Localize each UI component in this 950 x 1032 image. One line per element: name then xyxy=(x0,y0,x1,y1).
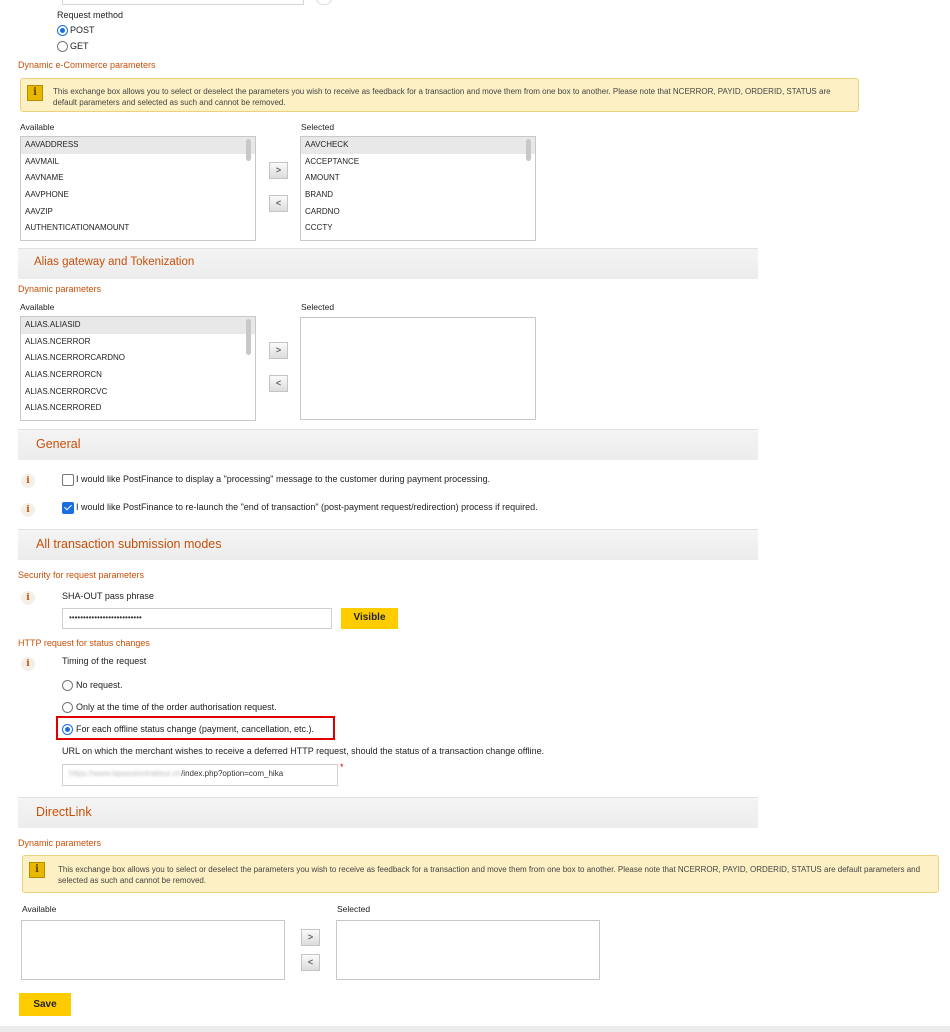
list-item[interactable]: AMOUNT xyxy=(301,170,535,187)
move-left-button[interactable]: < xyxy=(269,375,288,392)
sha-out-input[interactable]: •••••••••••••••••••••••••• xyxy=(62,608,332,629)
bottom-divider xyxy=(0,1026,950,1032)
ecommerce-selected-label: Selected xyxy=(301,122,335,132)
ecommerce-selected-list[interactable]: AAVCHECK ACCEPTANCE AMOUNT BRAND CARDNO … xyxy=(300,136,536,241)
sha-label: SHA-OUT pass phrase xyxy=(62,591,154,601)
url-blurred-part: https://www.lapassiontraiteur.ch xyxy=(69,769,182,778)
submission-section-header: All transaction submission modes xyxy=(18,529,758,560)
list-item[interactable]: ALIAS.NCERRORCARDNO xyxy=(21,350,255,367)
info-icon[interactable]: i xyxy=(21,503,35,517)
list-item[interactable]: CARDNO xyxy=(301,204,535,221)
move-right-button[interactable]: > xyxy=(301,929,320,946)
radio-get[interactable] xyxy=(57,41,68,52)
general-section-header: General xyxy=(18,429,758,460)
visible-button[interactable]: Visible xyxy=(341,608,398,629)
list-item[interactable]: AAVMAIL xyxy=(21,154,255,171)
move-left-button[interactable]: < xyxy=(269,195,288,212)
radio-each-offline-change[interactable] xyxy=(62,724,73,735)
alias-selected-label: Selected xyxy=(301,302,335,312)
alias-section-title: Alias gateway and Tokenization xyxy=(34,256,195,268)
list-item[interactable]: AAVCHECK xyxy=(301,137,535,154)
general-section-title: General xyxy=(36,437,81,451)
directlink-notice-text: This exchange box allows you to select o… xyxy=(58,865,921,885)
request-method-label: Request method xyxy=(57,10,124,20)
list-item[interactable]: ACCEPTANCE xyxy=(301,154,535,171)
radio-authorisation-only[interactable] xyxy=(62,702,73,713)
alias-available-list[interactable]: ALIAS.ALIASID ALIAS.NCERROR ALIAS.NCERRO… xyxy=(20,316,256,421)
move-right-button[interactable]: > xyxy=(269,342,288,359)
radio-authorisation-only-label: Only at the time of the order authorisat… xyxy=(76,702,277,712)
ecommerce-notice-text: This exchange box allows you to select o… xyxy=(53,87,831,107)
relaunch-label: I would like PostFinance to re-launch th… xyxy=(76,502,538,512)
ecommerce-available-list[interactable]: AAVADDRESS AAVMAIL AAVNAME AAVPHONE AAVZ… xyxy=(20,136,256,241)
alias-available-label: Available xyxy=(20,302,55,312)
list-item[interactable]: AAVZIP xyxy=(21,204,255,221)
list-item[interactable]: AAVADDRESS xyxy=(21,137,255,154)
info-icon[interactable]: i xyxy=(21,591,35,605)
list-item[interactable]: ALIAS.ALIASID xyxy=(21,317,255,334)
list-item[interactable]: BRAND xyxy=(301,187,535,204)
relaunch-checkbox[interactable] xyxy=(62,502,74,514)
scrollbar[interactable] xyxy=(526,139,531,161)
directlink-notice: i This exchange box allows you to select… xyxy=(22,855,939,893)
scrollbar[interactable] xyxy=(246,139,251,161)
list-item[interactable]: ALIAS.NCERROR xyxy=(21,334,255,351)
alias-selected-list[interactable] xyxy=(300,317,536,420)
directlink-available-label: Available xyxy=(22,904,57,914)
scrollbar[interactable] xyxy=(246,319,251,355)
radio-get-label: GET xyxy=(70,41,89,51)
list-item[interactable]: ALIAS.NCERRORCVC xyxy=(21,384,255,401)
list-item[interactable]: AUTHENTICATIONAMOUNT xyxy=(21,220,255,237)
info-icon[interactable]: i xyxy=(21,474,35,488)
directlink-selected-list[interactable] xyxy=(336,920,600,980)
radio-each-offline-change-label: For each offline status change (payment,… xyxy=(76,724,314,734)
ecommerce-heading: Dynamic e-Commerce parameters xyxy=(18,60,156,70)
ecommerce-available-label: Available xyxy=(20,122,55,132)
submission-section-title: All transaction submission modes xyxy=(36,537,222,551)
url-input[interactable]: https://www.lapassiontraiteur.ch/index.p… xyxy=(62,764,338,786)
top-input-remnant[interactable] xyxy=(62,0,304,5)
directlink-available-list[interactable] xyxy=(21,920,285,980)
top-info-icon-remnant xyxy=(316,0,332,5)
list-item[interactable]: ALIAS.NCERRORCN xyxy=(21,367,255,384)
alias-section-header: Alias gateway and Tokenization xyxy=(18,248,758,279)
directlink-heading: Dynamic parameters xyxy=(18,838,102,848)
required-mark: * xyxy=(340,762,344,772)
info-icon[interactable]: i xyxy=(21,657,35,671)
list-item[interactable]: ALIAS.NCERRORED xyxy=(21,400,255,417)
processing-message-checkbox[interactable] xyxy=(62,474,74,486)
directlink-selected-label: Selected xyxy=(337,904,371,914)
directlink-section-header: DirectLink xyxy=(18,797,758,828)
save-button[interactable]: Save xyxy=(19,993,71,1016)
radio-post-label: POST xyxy=(70,25,95,35)
security-heading: Security for request parameters xyxy=(18,570,145,580)
list-item[interactable]: AAVPHONE xyxy=(21,187,255,204)
move-right-button[interactable]: > xyxy=(269,162,288,179)
radio-no-request-label: No request. xyxy=(76,680,123,690)
url-label: URL on which the merchant wishes to rece… xyxy=(62,746,545,756)
url-visible-part: /index.php?option=com_hika xyxy=(181,769,284,778)
timing-label: Timing of the request xyxy=(62,656,147,666)
alias-heading: Dynamic parameters xyxy=(18,284,102,294)
ecommerce-notice: i This exchange box allows you to select… xyxy=(20,78,859,112)
warning-icon: i xyxy=(29,862,45,878)
list-item[interactable]: AAVNAME xyxy=(21,170,255,187)
radio-no-request[interactable] xyxy=(62,680,73,691)
list-item[interactable]: CCCTY xyxy=(301,220,535,237)
warning-icon: i xyxy=(27,85,43,101)
http-heading: HTTP request for status changes xyxy=(18,638,150,648)
directlink-section-title: DirectLink xyxy=(36,805,92,819)
radio-post[interactable] xyxy=(57,25,68,36)
move-left-button[interactable]: < xyxy=(301,954,320,971)
processing-message-label: I would like PostFinance to display a "p… xyxy=(76,474,491,484)
